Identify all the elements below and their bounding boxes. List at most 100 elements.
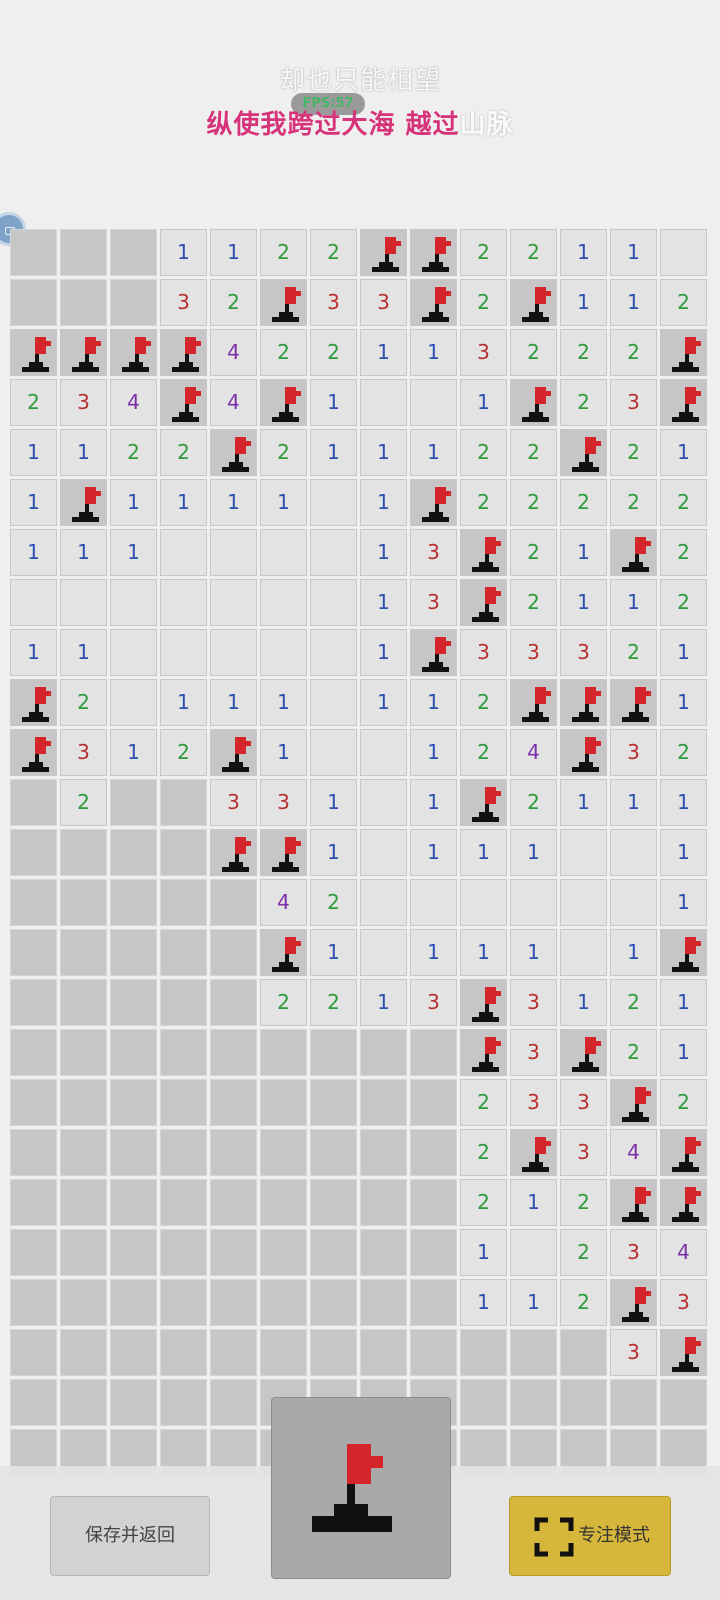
- hidden-tile[interactable]: [610, 1379, 657, 1426]
- hidden-tile[interactable]: [310, 1179, 357, 1226]
- number-tile[interactable]: 1: [160, 479, 207, 526]
- hidden-tile[interactable]: [360, 1179, 407, 1226]
- number-tile[interactable]: 2: [510, 479, 557, 526]
- empty-tile[interactable]: [310, 679, 357, 726]
- hidden-tile[interactable]: [210, 1029, 257, 1076]
- flagged-tile[interactable]: [610, 529, 657, 576]
- flagged-tile[interactable]: [210, 829, 257, 876]
- hidden-tile[interactable]: [310, 1229, 357, 1276]
- flagged-tile[interactable]: [660, 1329, 707, 1376]
- hidden-tile[interactable]: [110, 1329, 157, 1376]
- flagged-tile[interactable]: [660, 1129, 707, 1176]
- number-tile[interactable]: 1: [410, 679, 457, 726]
- empty-tile[interactable]: [260, 629, 307, 676]
- number-tile[interactable]: 1: [660, 829, 707, 876]
- hidden-tile[interactable]: [260, 1329, 307, 1376]
- empty-tile[interactable]: [310, 729, 357, 776]
- flagged-tile[interactable]: [10, 729, 57, 776]
- number-tile[interactable]: 1: [610, 579, 657, 626]
- flagged-tile[interactable]: [410, 629, 457, 676]
- empty-tile[interactable]: [210, 579, 257, 626]
- empty-tile[interactable]: [660, 229, 707, 276]
- number-tile[interactable]: 2: [560, 479, 607, 526]
- number-tile[interactable]: 2: [260, 229, 307, 276]
- number-tile[interactable]: 2: [610, 629, 657, 676]
- hidden-tile[interactable]: [110, 1129, 157, 1176]
- number-tile[interactable]: 4: [260, 879, 307, 926]
- flagged-tile[interactable]: [410, 479, 457, 526]
- number-tile[interactable]: 3: [510, 1079, 557, 1126]
- hidden-tile[interactable]: [410, 1229, 457, 1276]
- empty-tile[interactable]: [110, 679, 157, 726]
- hidden-tile[interactable]: [110, 1179, 157, 1226]
- flagged-tile[interactable]: [560, 1029, 607, 1076]
- hidden-tile[interactable]: [160, 1279, 207, 1326]
- hidden-tile[interactable]: [160, 1229, 207, 1276]
- number-tile[interactable]: 2: [160, 429, 207, 476]
- empty-tile[interactable]: [10, 579, 57, 626]
- hidden-tile[interactable]: [10, 1179, 57, 1226]
- flagged-tile[interactable]: [260, 279, 307, 326]
- empty-tile[interactable]: [460, 879, 507, 926]
- hidden-tile[interactable]: [60, 1279, 107, 1326]
- hidden-tile[interactable]: [510, 1379, 557, 1426]
- empty-tile[interactable]: [610, 879, 657, 926]
- number-tile[interactable]: 2: [60, 679, 107, 726]
- number-tile[interactable]: 1: [110, 729, 157, 776]
- hidden-tile[interactable]: [110, 1079, 157, 1126]
- hidden-tile[interactable]: [10, 829, 57, 876]
- number-tile[interactable]: 1: [660, 1029, 707, 1076]
- flagged-tile[interactable]: [110, 329, 157, 376]
- flagged-tile[interactable]: [260, 379, 307, 426]
- empty-tile[interactable]: [560, 829, 607, 876]
- hidden-tile[interactable]: [60, 979, 107, 1026]
- number-tile[interactable]: 3: [410, 979, 457, 1026]
- number-tile[interactable]: 2: [460, 1079, 507, 1126]
- number-tile[interactable]: 1: [160, 229, 207, 276]
- number-tile[interactable]: 1: [360, 329, 407, 376]
- number-tile[interactable]: 2: [560, 1179, 607, 1226]
- number-tile[interactable]: 3: [460, 629, 507, 676]
- flagged-tile[interactable]: [260, 829, 307, 876]
- number-tile[interactable]: 3: [510, 979, 557, 1026]
- number-tile[interactable]: 2: [460, 429, 507, 476]
- number-tile[interactable]: 1: [60, 429, 107, 476]
- hidden-tile[interactable]: [260, 1079, 307, 1126]
- number-tile[interactable]: 3: [360, 279, 407, 326]
- number-tile[interactable]: 3: [610, 729, 657, 776]
- flagged-tile[interactable]: [560, 679, 607, 726]
- number-tile[interactable]: 2: [210, 279, 257, 326]
- flagged-tile[interactable]: [160, 329, 207, 376]
- hidden-tile[interactable]: [110, 879, 157, 926]
- number-tile[interactable]: 3: [410, 579, 457, 626]
- number-tile[interactable]: 2: [310, 979, 357, 1026]
- focus-mode-button[interactable]: 专注模式: [509, 1496, 671, 1576]
- number-tile[interactable]: 1: [360, 629, 407, 676]
- flagged-tile[interactable]: [610, 1179, 657, 1226]
- hidden-tile[interactable]: [410, 1129, 457, 1176]
- hidden-tile[interactable]: [160, 879, 207, 926]
- number-tile[interactable]: 2: [610, 979, 657, 1026]
- hidden-tile[interactable]: [460, 1329, 507, 1376]
- number-tile[interactable]: 4: [610, 1129, 657, 1176]
- hidden-tile[interactable]: [360, 1329, 407, 1376]
- number-tile[interactable]: 1: [460, 1229, 507, 1276]
- flagged-tile[interactable]: [660, 1179, 707, 1226]
- hidden-tile[interactable]: [160, 1079, 207, 1126]
- number-tile[interactable]: 2: [460, 279, 507, 326]
- flagged-tile[interactable]: [560, 729, 607, 776]
- hidden-tile[interactable]: [10, 229, 57, 276]
- number-tile[interactable]: 1: [210, 479, 257, 526]
- hidden-tile[interactable]: [10, 1329, 57, 1376]
- hidden-tile[interactable]: [60, 1129, 107, 1176]
- hidden-tile[interactable]: [160, 1379, 207, 1426]
- number-tile[interactable]: 1: [560, 529, 607, 576]
- number-tile[interactable]: 1: [260, 679, 307, 726]
- hidden-tile[interactable]: [10, 1379, 57, 1426]
- number-tile[interactable]: 2: [10, 379, 57, 426]
- hidden-tile[interactable]: [560, 1379, 607, 1426]
- empty-tile[interactable]: [310, 529, 357, 576]
- hidden-tile[interactable]: [160, 829, 207, 876]
- number-tile[interactable]: 1: [310, 429, 357, 476]
- number-tile[interactable]: 1: [460, 929, 507, 976]
